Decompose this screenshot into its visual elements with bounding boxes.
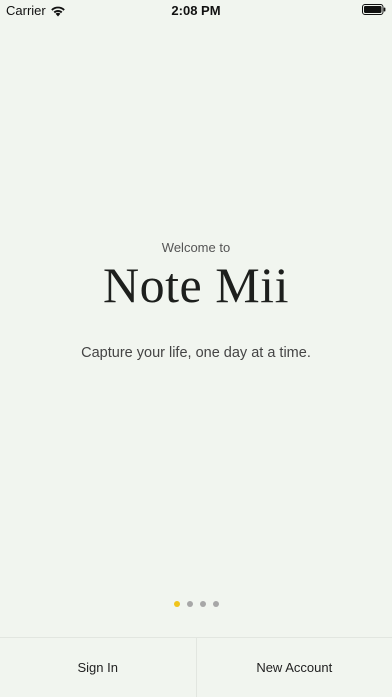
new-account-button[interactable]: New Account [197,638,392,697]
page-dot-2[interactable] [187,601,193,607]
battery-icon [362,4,386,15]
page-dot-1[interactable] [174,601,180,607]
status-time: 2:08 PM [0,3,392,18]
bottom-action-bar: Sign In New Account [0,637,392,697]
page-dot-4[interactable] [213,601,219,607]
welcome-text: Welcome to [0,240,392,255]
sign-in-button[interactable]: Sign In [0,638,196,697]
app-title: Note Mii [0,256,392,314]
status-bar: Carrier 2:08 PM [0,0,392,20]
page-dot-3[interactable] [200,601,206,607]
page-indicator[interactable] [0,601,392,607]
tagline: Capture your life, one day at a time. [0,345,392,361]
